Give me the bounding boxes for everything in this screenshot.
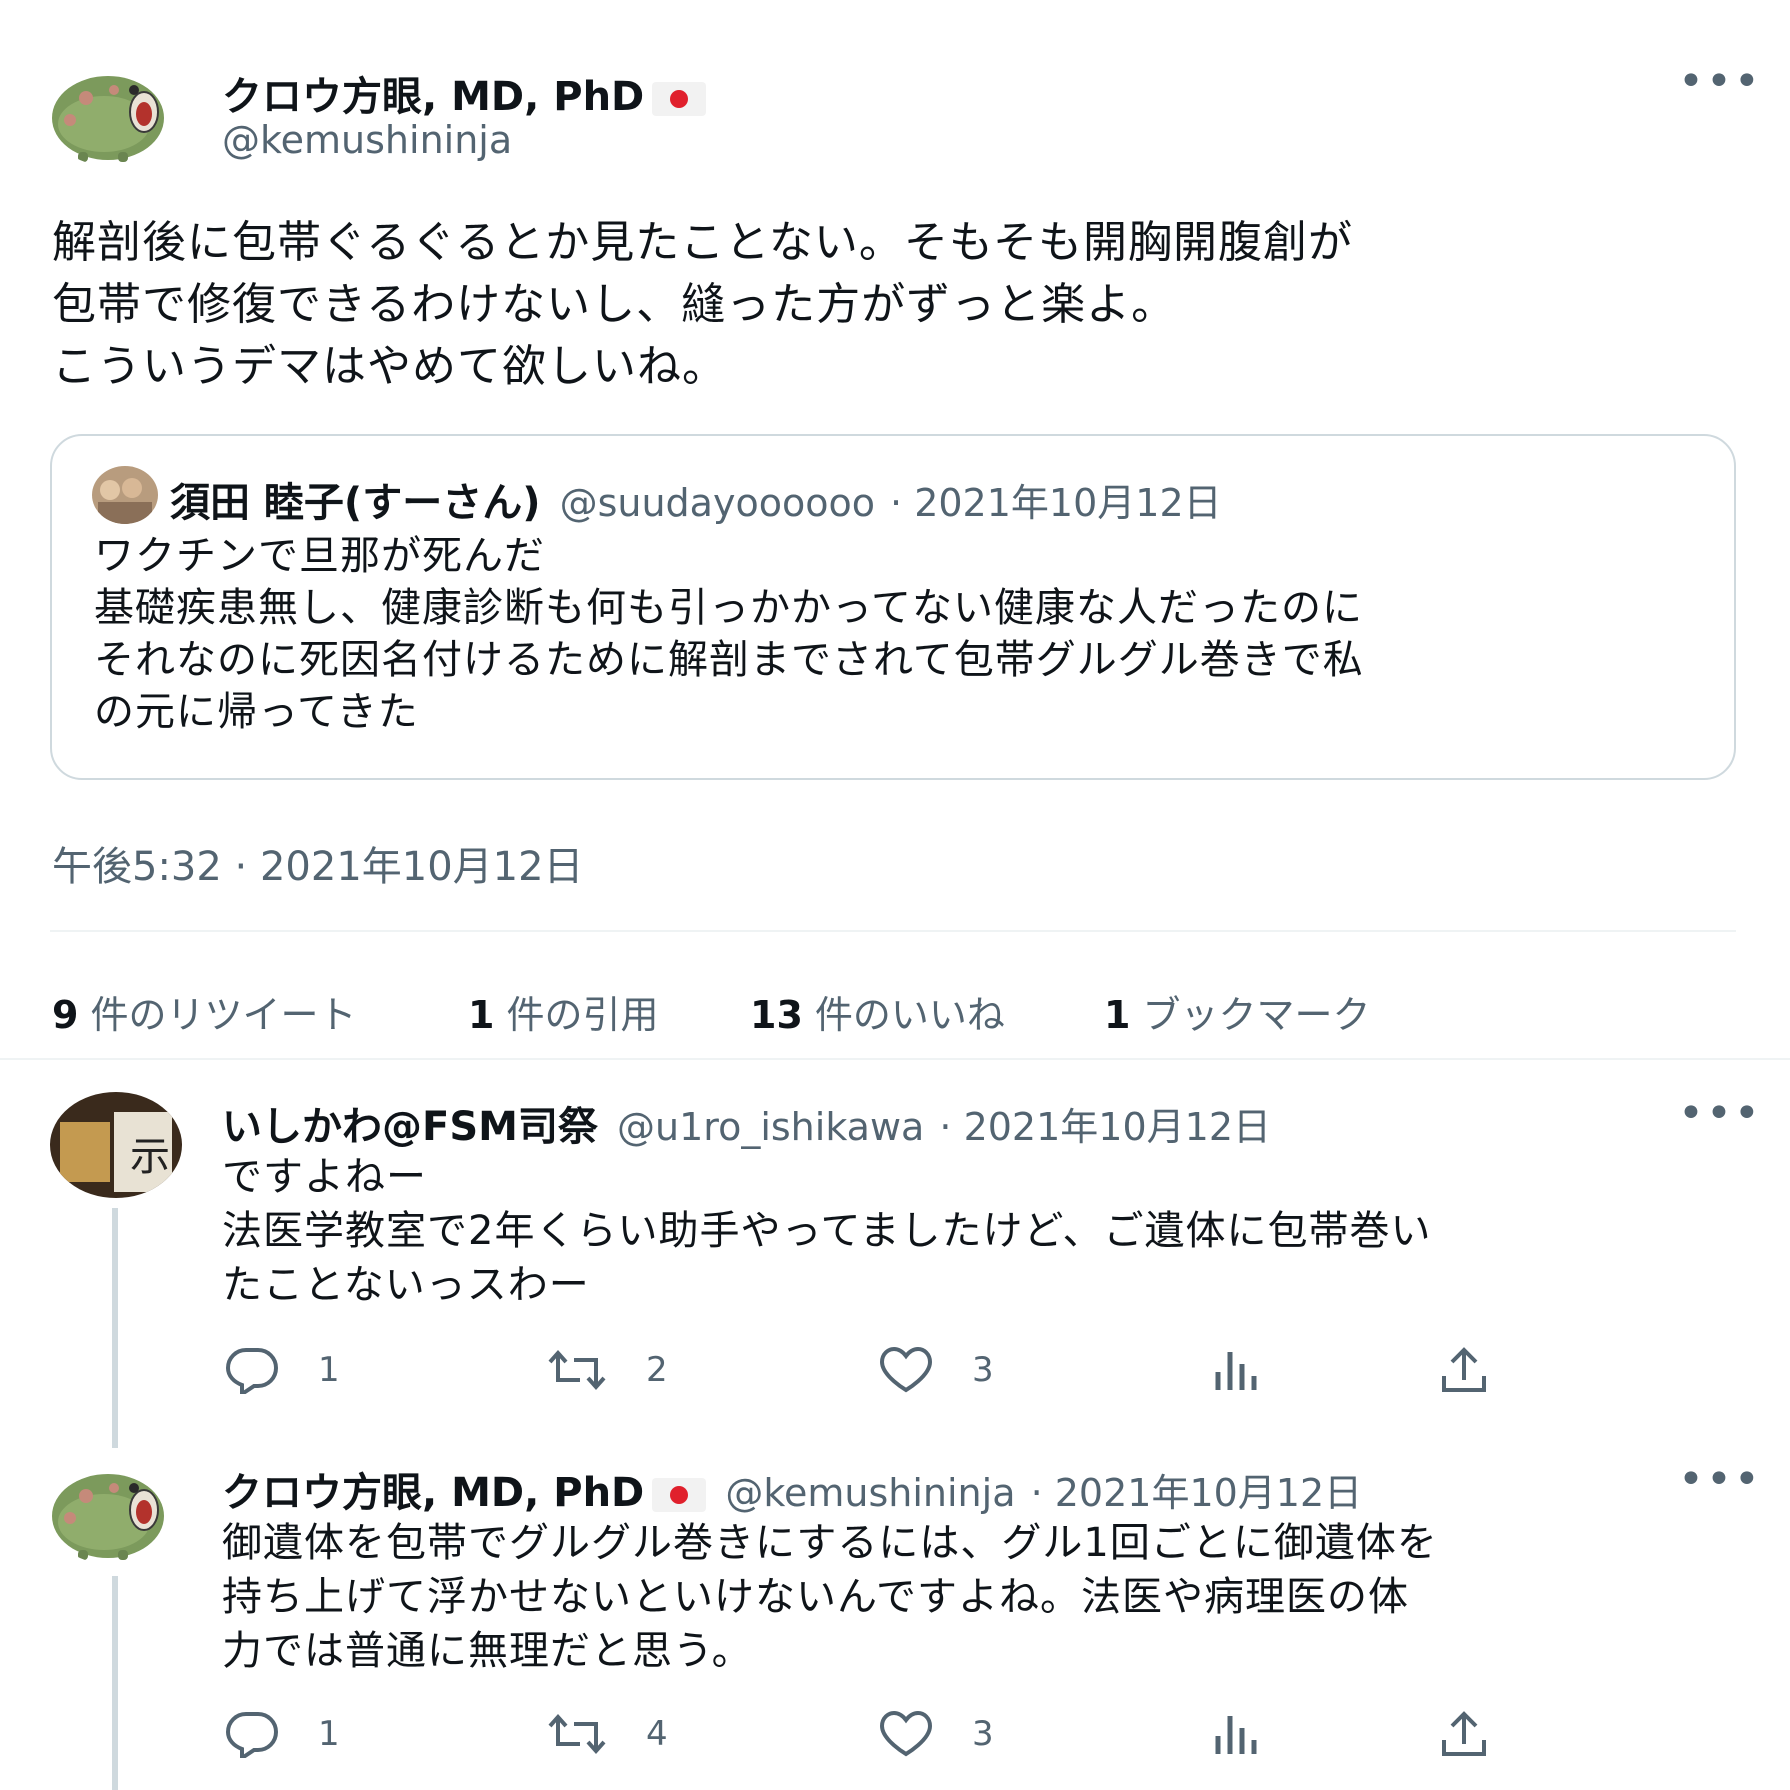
quoted-tweet-date: · 2021年10月12日 (890, 481, 1222, 525)
bookmarks-count: 1 (1104, 993, 1131, 1037)
share-action[interactable] (1438, 1710, 1490, 1758)
retweet-count: 2 (646, 1350, 668, 1390)
quotes-stat[interactable]: 1 件の引用 (468, 984, 658, 1039)
more-options-icon[interactable]: ••• (1678, 1458, 1762, 1502)
main-tweet-timestamp[interactable]: 午後5:32 · 2021年10月12日 (52, 834, 584, 892)
reply-author-avatar[interactable]: 示 (50, 1092, 182, 1198)
retweet-count: 4 (646, 1714, 668, 1754)
reply-action[interactable]: 1 (224, 1346, 340, 1394)
like-count: 3 (972, 1350, 994, 1390)
retweet-icon (548, 1349, 606, 1391)
reply-text: ですよねー 法医学教室で2年くらい助手やってましたけど、ご遺体に包帯巻い たこと… (222, 1154, 1432, 1308)
retweets-label: 件のリツイート (90, 993, 357, 1037)
japan-flag-icon (652, 82, 707, 116)
reply-text: 御遺体を包帯でグルグル巻きにするには、グル1回ごとに御遺体を 持ち上げて浮かせな… (222, 1520, 1438, 1674)
analytics-action[interactable] (1212, 1710, 1260, 1758)
likes-label: 件のいいね (814, 993, 1005, 1037)
author-name-text: クロウ方眼, MD, PhD (222, 74, 645, 120)
caterpillar-avatar-icon (52, 1474, 164, 1560)
reply-icon (225, 1348, 279, 1394)
share-action[interactable] (1438, 1346, 1490, 1394)
quoted-author-handle: @suudayoooooo (559, 481, 875, 525)
bookmarks-stat[interactable]: 1 ブックマーク (1104, 984, 1370, 1039)
share-icon (1442, 1711, 1486, 1756)
reply-author-name[interactable]: いしかわ@FSM司祭 (222, 1104, 598, 1150)
japan-flag-icon (652, 1478, 707, 1512)
reply-date[interactable]: · 2021年10月12日 (1031, 1471, 1363, 1515)
svg-text:示: 示 (130, 1134, 170, 1180)
thread-line (112, 1208, 118, 1448)
reply-action[interactable]: 1 (224, 1710, 340, 1758)
main-tweet-text: 解剖後に包帯ぐるぐるとか見たことない。そもそも開胸開腹創が 包帯で修復できるわけ… (52, 217, 1354, 392)
quoted-author-avatar (92, 466, 158, 524)
analytics-icon (1215, 1352, 1257, 1390)
retweet-action[interactable]: 4 (546, 1710, 668, 1758)
retweet-action[interactable]: 2 (546, 1346, 668, 1394)
likes-stat[interactable]: 13 件のいいね (750, 984, 1005, 1039)
retweets-count: 9 (52, 993, 79, 1037)
caterpillar-avatar-icon (52, 76, 164, 162)
divider (50, 930, 1736, 932)
reply-header: いしかわ@FSM司祭 @u1ro_ishikawa · 2021年10月12日 (222, 1094, 1271, 1152)
more-options-icon[interactable]: ••• (1678, 60, 1762, 104)
reply-header: クロウ方眼, MD, PhD @kemushininja · 2021年10月1… (222, 1460, 1362, 1518)
more-options-icon[interactable]: ••• (1678, 1092, 1762, 1136)
retweet-icon (548, 1713, 606, 1755)
reply-author-handle[interactable]: @u1ro_ishikawa (617, 1105, 924, 1149)
quoted-tweet-header: 須田 睦子(すーさん) @suudayoooooo · 2021年10月12日 (170, 470, 1222, 528)
likes-count: 13 (750, 993, 803, 1037)
reply-count: 1 (318, 1714, 340, 1754)
quoted-author-name: 須田 睦子(すーさん) (170, 480, 541, 526)
main-author-name[interactable]: クロウ方眼, MD, PhD (222, 64, 707, 122)
reply-author-handle[interactable]: @kemushininja (725, 1471, 1015, 1515)
like-action[interactable]: 3 (878, 1346, 994, 1394)
reply-count: 1 (318, 1350, 340, 1390)
reply-icon (225, 1712, 279, 1758)
main-author-avatar[interactable] (48, 62, 168, 166)
photo-avatar-icon: 示 (50, 1092, 182, 1198)
quotes-label: 件の引用 (506, 993, 659, 1037)
quoted-tweet-text: ワクチンで旦那が死んだ 基礎疾患無し、健康診断も何も引っかかってない健康な人だっ… (94, 533, 1364, 735)
reply-date[interactable]: · 2021年10月12日 (939, 1105, 1271, 1149)
quotes-count: 1 (468, 993, 495, 1037)
reply-author-name[interactable]: クロウ方眼, MD, PhD (222, 1470, 707, 1516)
main-author-handle[interactable]: @kemushininja (222, 118, 512, 162)
bookmarks-label: ブックマーク (1142, 993, 1371, 1037)
analytics-action[interactable] (1212, 1346, 1260, 1394)
reply-author-avatar[interactable] (48, 1460, 168, 1564)
thread-line (112, 1576, 118, 1790)
heart-icon (879, 1710, 933, 1757)
analytics-icon (1215, 1716, 1257, 1754)
author-name-text: クロウ方眼, MD, PhD (222, 1470, 645, 1516)
retweets-stat[interactable]: 9 件のリツイート (52, 984, 356, 1039)
divider (0, 1058, 1790, 1060)
like-count: 3 (972, 1714, 994, 1754)
photo-avatar-icon (92, 466, 158, 524)
share-icon (1442, 1347, 1486, 1392)
heart-icon (879, 1346, 933, 1393)
like-action[interactable]: 3 (878, 1710, 994, 1758)
